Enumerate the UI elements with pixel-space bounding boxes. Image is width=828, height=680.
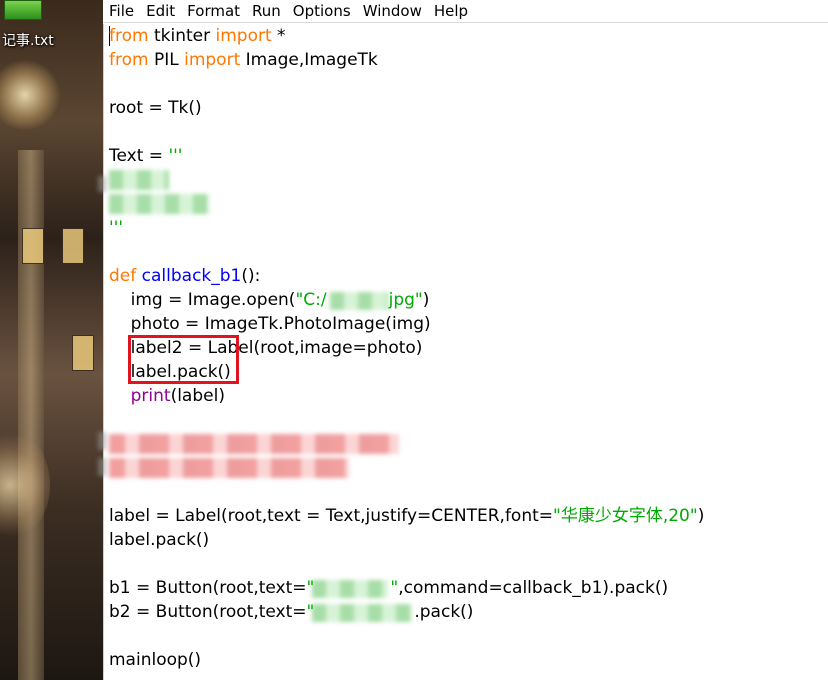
code-line: label.pack() — [109, 530, 210, 550]
redacted-text — [312, 580, 388, 598]
code-text: Image,ImageTk — [240, 50, 378, 70]
desktop-file-label[interactable]: 记事.txt — [2, 30, 54, 50]
redacted-text — [109, 434, 399, 454]
code-editor[interactable]: from tkinter import * from PIL import Im… — [98, 24, 828, 680]
code-text: .pack() — [414, 602, 474, 622]
builtin-name: print — [130, 386, 171, 406]
desktop-window-light — [62, 228, 84, 264]
code-line: photo = ImageTk.PhotoImage(img) — [109, 314, 431, 334]
code-line: from PIL import Image,ImageTk — [109, 48, 378, 72]
code-line: mainloop() — [109, 650, 202, 670]
function-name: callback_b1 — [141, 266, 242, 286]
string-literal: " — [390, 578, 399, 598]
keyword: from — [109, 26, 149, 46]
string-literal: ''' — [168, 146, 183, 166]
code-text: ) — [697, 506, 705, 526]
string-literal: "C:/ — [295, 290, 327, 310]
redacted-text — [109, 458, 349, 478]
menu-edit[interactable]: Edit — [140, 0, 181, 22]
code-line: def callback_b1(): — [109, 264, 260, 288]
keyword: import — [215, 26, 272, 46]
code-line: b2 = Button(root,text=" .pack() — [109, 600, 473, 624]
desktop-light — [0, 60, 60, 130]
highlight-box — [128, 335, 239, 384]
redacted-text — [98, 458, 106, 476]
code-text: (): — [241, 266, 261, 286]
menu-run[interactable]: Run — [246, 0, 287, 22]
redacted-text — [109, 170, 169, 190]
menu-help[interactable]: Help — [428, 0, 474, 22]
menu-format[interactable]: Format — [181, 0, 246, 22]
desktop-window-light — [72, 335, 94, 371]
code-text: b2 = Button(root,text= — [109, 602, 307, 622]
string-literal: "华康少女字体,20" — [553, 506, 698, 526]
code-line: from tkinter import * — [109, 24, 286, 48]
code-line: Text = ''' — [109, 144, 182, 168]
code-line: b1 = Button(root,text=" ",command=callbac… — [109, 576, 668, 600]
menu-file[interactable]: File — [103, 0, 140, 22]
code-line: root = Tk() — [109, 98, 202, 118]
string-literal: jpg" — [388, 290, 423, 310]
code-line: label = Label(root,text = Text,justify=C… — [109, 504, 704, 528]
redacted-text — [330, 292, 388, 310]
desktop-background: 记事.txt — [0, 0, 103, 680]
keyword: import — [184, 50, 241, 70]
menu-options[interactable]: Options — [287, 0, 357, 22]
code-text: (label) — [170, 386, 225, 406]
redacted-text — [98, 176, 106, 192]
keyword: from — [109, 50, 149, 70]
code-text: * — [271, 26, 286, 46]
code-text: ) — [422, 290, 430, 310]
redacted-text — [312, 604, 412, 622]
notepad-file-icon[interactable] — [4, 0, 42, 20]
menu-bar: File Edit Format Run Options Window Help — [103, 0, 828, 23]
code-text: PIL — [148, 50, 185, 70]
keyword: def — [109, 266, 137, 286]
code-text: label = Label(root,text = Text,justify=C… — [109, 506, 554, 526]
code-text: tkinter — [148, 26, 216, 46]
idle-editor-window: File Edit Format Run Options Window Help… — [98, 0, 828, 680]
code-text: b1 = Button(root,text= — [109, 578, 307, 598]
menu-window[interactable]: Window — [357, 0, 428, 22]
string-literal: ''' — [109, 218, 124, 238]
code-text: Text = — [109, 146, 169, 166]
desktop-window-light — [22, 228, 44, 264]
code-line: ''' — [109, 216, 123, 240]
redacted-text — [98, 432, 106, 450]
code-line: print(label) — [109, 384, 225, 408]
code-text: img = Image.open( — [109, 290, 296, 310]
code-text: ,command=callback_b1).pack() — [398, 578, 669, 598]
redacted-text — [109, 194, 209, 214]
